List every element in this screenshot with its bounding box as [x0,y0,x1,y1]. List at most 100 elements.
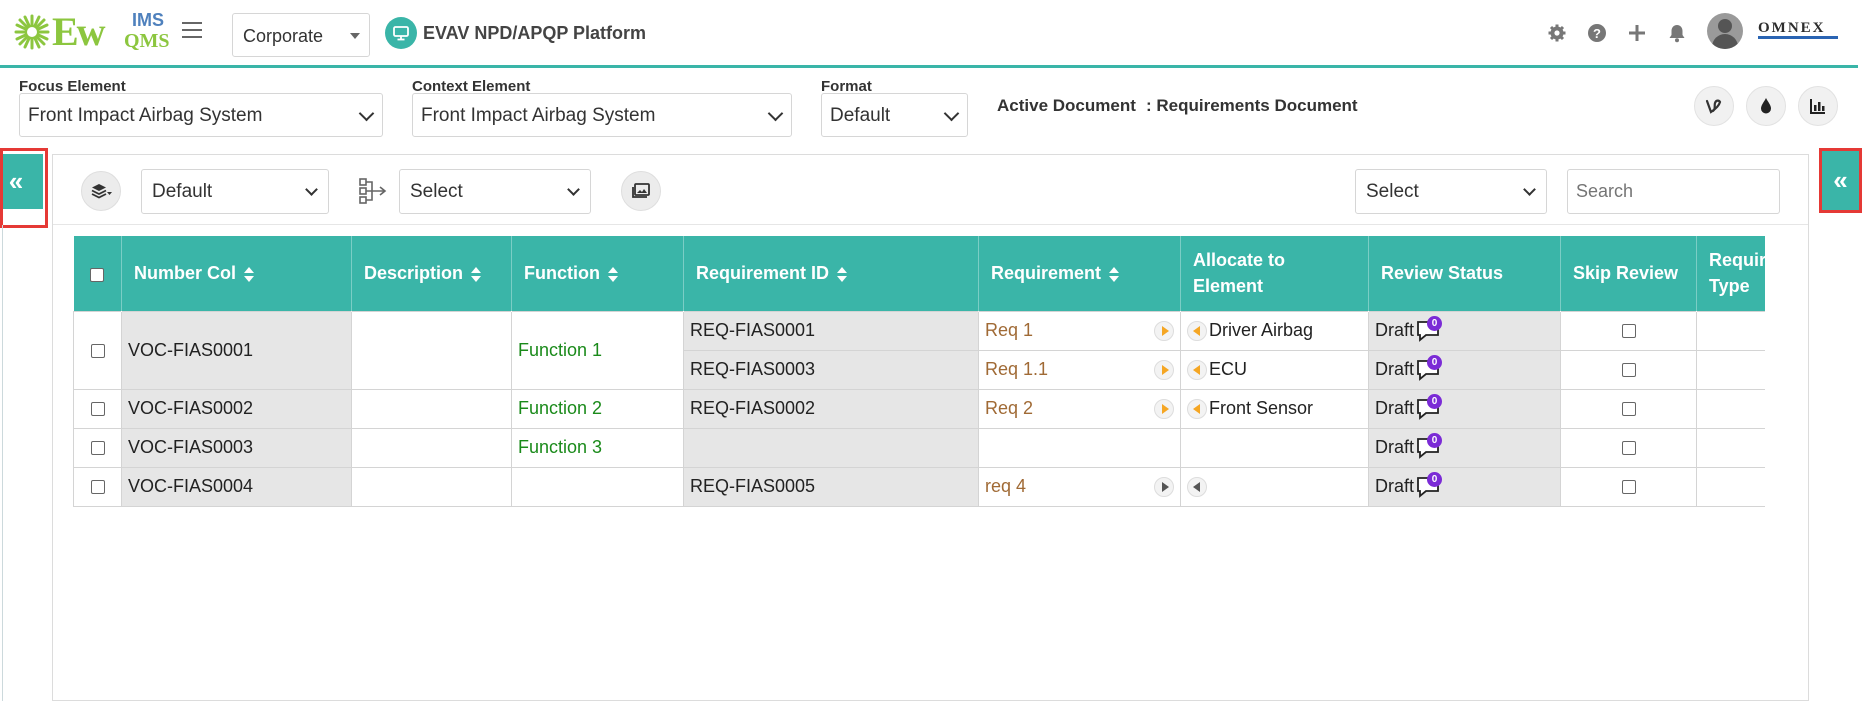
filter-select[interactable]: Select [1355,169,1547,214]
comment-icon[interactable]: 0 [1415,393,1443,420]
hamburger-menu-icon[interactable] [182,22,202,40]
gear-icon[interactable] [1544,20,1570,46]
row-checkbox[interactable] [90,343,105,358]
function-cell[interactable]: Function 1 [511,310,684,390]
user-avatar[interactable] [1707,13,1743,49]
ewqims-logo[interactable]: Ew IMS QMS [14,10,170,54]
platform-switcher[interactable]: EVAV NPD/APQP Platform [385,17,646,49]
view-select[interactable]: Default [141,169,329,214]
skip-review-cell [1560,427,1697,468]
help-icon[interactable]: ? [1584,20,1610,46]
color-drop-button[interactable] [1746,86,1786,126]
right-panel-toggle[interactable]: « [1819,148,1862,213]
arrow-left-icon[interactable] [1187,320,1207,341]
sun-logo-icon [14,14,50,50]
description-cell [351,310,512,390]
allocate-cell[interactable]: ECU [1180,349,1369,390]
table-header-row: Number Col Description Function Requirem… [73,236,1765,311]
comment-icon[interactable]: 0 [1415,432,1443,459]
skip-review-cell [1560,466,1697,507]
hierarchy-select[interactable]: Select [399,169,591,214]
function-cell[interactable]: Function 3 [511,427,684,468]
description-cell [351,466,512,507]
sort-icon [1109,266,1120,283]
organization-select[interactable]: Corporate [232,13,370,57]
skip-review-checkbox[interactable] [1621,363,1636,378]
comment-count-badge: 0 [1427,393,1443,409]
left-panel-toggle[interactable]: « [0,148,48,228]
requirement-cell[interactable]: req 4 [978,466,1181,507]
sort-icon [244,266,255,283]
function-header[interactable]: Function [511,236,684,311]
comment-count-badge: 0 [1427,432,1443,448]
drop-icon [1761,98,1771,114]
function-cell[interactable]: Function 2 [511,388,684,429]
format-select[interactable]: Default [821,93,968,137]
comment-icon[interactable]: 0 [1415,315,1443,342]
skip-review-checkbox[interactable] [1621,402,1636,417]
format-value: Default [830,105,891,126]
requirement-header[interactable]: Requirement [978,236,1181,311]
requirement-id-header[interactable]: Requirement ID [683,236,979,311]
skip-review-checkbox[interactable] [1621,441,1636,456]
left-divider [2,225,3,701]
search-input[interactable] [1567,169,1780,214]
comment-icon[interactable]: 0 [1415,354,1443,381]
requirement-id-cell: REQ-FIAS0001 [683,310,979,351]
layers-icon [91,184,112,199]
review-status-cell: Draft 0 [1368,310,1561,351]
description-cell [351,388,512,429]
requirement-cell[interactable]: Req 1 [978,310,1181,351]
requirement-type-cell [1696,388,1765,429]
arrow-left-icon[interactable] [1187,359,1207,380]
filter-select-value: Select [1366,181,1419,202]
number-col-header[interactable]: Number Col [121,236,352,311]
allocate-cell[interactable] [1180,466,1369,507]
arrow-right-icon[interactable] [1154,476,1174,497]
allocate-cell[interactable]: Driver Airbag [1180,310,1369,351]
requirement-type-cell [1696,466,1765,507]
bell-icon[interactable] [1664,20,1690,46]
comment-icon[interactable]: 0 [1415,471,1443,498]
allocate-cell[interactable]: Front Sensor [1180,388,1369,429]
monitor-icon [385,17,417,49]
skip-review-checkbox[interactable] [1621,480,1636,495]
description-cell [351,427,512,468]
image-gallery-icon [632,183,650,198]
hierarchy-icon [359,178,387,204]
function-cell[interactable] [511,466,684,507]
skip-review-checkbox[interactable] [1621,324,1636,339]
requirement-id-cell [683,427,979,468]
arrow-left-icon[interactable] [1187,398,1207,419]
focus-element-select[interactable]: Front Impact Airbag System [19,93,383,137]
skip-review-cell [1560,349,1697,390]
requirement-cell[interactable]: Req 1.1 [978,349,1181,390]
context-element-select[interactable]: Front Impact Airbag System [412,93,792,137]
svg-text:?: ? [1593,26,1601,41]
requirement-cell[interactable] [978,427,1181,468]
layers-menu-button[interactable] [81,171,121,211]
row-checkbox[interactable] [90,402,105,417]
vine-share-button[interactable] [1694,86,1734,126]
plus-icon[interactable] [1624,20,1650,46]
requirement-type-cell [1696,310,1765,351]
active-document-label: Active Document [997,96,1136,115]
arrow-left-icon[interactable] [1187,476,1207,497]
arrow-right-icon[interactable] [1154,320,1174,341]
element-selector-bar: Focus Element Front Impact Airbag System… [0,68,1858,145]
select-all-checkbox[interactable] [90,267,105,282]
image-gallery-button[interactable] [621,171,661,211]
skip-review-cell [1560,310,1697,351]
allocate-cell[interactable] [1180,427,1369,468]
row-checkbox[interactable] [90,480,105,495]
grid-toolbar: Default Select Select [53,155,1808,225]
description-header[interactable]: Description [351,236,512,311]
row-select-cell [73,310,122,390]
chart-report-button[interactable] [1798,86,1838,126]
arrow-right-icon[interactable] [1154,359,1174,380]
chevron-down-icon [358,105,375,122]
review-status-header: Review Status [1368,236,1561,311]
arrow-right-icon[interactable] [1154,398,1174,419]
row-checkbox[interactable] [90,441,105,456]
requirement-cell[interactable]: Req 2 [978,388,1181,429]
